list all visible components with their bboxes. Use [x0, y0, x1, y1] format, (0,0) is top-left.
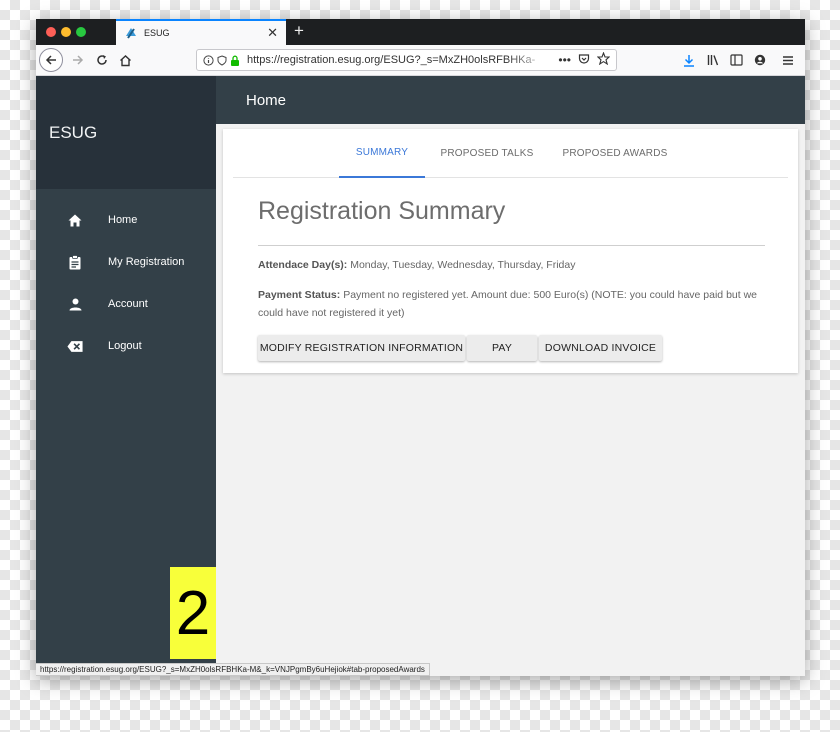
person-icon: [67, 296, 83, 312]
forward-button[interactable]: [66, 48, 90, 72]
sidebar-item-label: Home: [108, 214, 138, 226]
tab-title: ESUG: [144, 28, 170, 38]
arrow-right-icon: [73, 55, 84, 65]
sidebar-nav: Home My Registration Account Logout: [36, 199, 216, 367]
home-outline-icon: [119, 54, 131, 66]
registration-summary-title: Registration Summary: [258, 197, 506, 225]
new-tab-button[interactable]: +: [288, 21, 310, 43]
tab-proposed-awards[interactable]: PROPOSED AWARDS: [559, 129, 671, 178]
sidebar-item-label: Account: [108, 298, 148, 310]
reload-icon: [97, 55, 107, 65]
nav-toolbar: https://registration.esug.org/ESUG?_s=Mx…: [36, 45, 805, 76]
menu-button[interactable]: [777, 48, 799, 72]
tab-bar: SUMMARY PROPOSED TALKS PROPOSED AWARDS: [233, 129, 788, 178]
attendance-value: Monday, Tuesday, Wednesday, Thursday, Fr…: [347, 259, 576, 271]
minimize-window-button[interactable]: [61, 27, 71, 37]
download-invoice-button[interactable]: DOWNLOAD INVOICE: [539, 335, 662, 361]
attendance-info: Attendace Day(s): Monday, Tuesday, Wedne…: [258, 256, 763, 274]
action-buttons: MODIFY REGISTRATION INFORMATION PAY DOWN…: [258, 335, 662, 361]
library-icon: [707, 55, 718, 66]
download-icon: [684, 54, 694, 67]
home-icon: [67, 212, 83, 228]
sidebar-item-logout[interactable]: Logout: [36, 325, 216, 367]
browser-tab[interactable]: ESUG ✕: [116, 19, 286, 45]
url-text: https://registration.esug.org/ESUG?_s=Mx…: [247, 54, 536, 66]
tab-close-icon[interactable]: ✕: [267, 25, 278, 41]
sidebar-icon: [729, 54, 743, 66]
clipboard-icon: [67, 254, 83, 270]
backspace-icon: [67, 338, 83, 354]
sidebar-brand: ESUG: [36, 76, 216, 189]
sidebar-item-label: Logout: [108, 340, 142, 352]
library-button[interactable]: [702, 48, 724, 72]
home-button[interactable]: [113, 48, 137, 72]
bookmark-star-icon[interactable]: [596, 51, 611, 68]
lock-icon[interactable]: [230, 55, 240, 66]
step-number-badge: 2: [170, 567, 216, 659]
sidebar-item-home[interactable]: Home: [36, 199, 216, 241]
close-window-button[interactable]: [46, 27, 56, 37]
tab-proposed-talks[interactable]: PROPOSED TALKS: [435, 129, 539, 178]
tab-summary[interactable]: SUMMARY: [339, 129, 425, 178]
reload-button[interactable]: [90, 48, 114, 72]
modify-registration-button[interactable]: MODIFY REGISTRATION INFORMATION: [258, 335, 465, 361]
zoom-window-button[interactable]: [76, 27, 86, 37]
sidebar-item-account[interactable]: Account: [36, 283, 216, 325]
summary-card: SUMMARY PROPOSED TALKS PROPOSED AWARDS R…: [223, 129, 798, 373]
payment-label: Payment Status:: [258, 289, 341, 301]
status-bar: https://registration.esug.org/ESUG?_s=Mx…: [36, 663, 430, 676]
browser-window: ESUG ✕ + https://registration.esug.org/E…: [36, 19, 805, 676]
back-button[interactable]: [39, 48, 63, 72]
divider: [258, 245, 765, 246]
attendance-label: Attendace Day(s):: [258, 259, 348, 271]
page-title: Home: [246, 91, 287, 109]
account-circle-icon: [754, 54, 766, 66]
sidebar-item-label: My Registration: [108, 256, 185, 268]
title-bar: ESUG ✕ +: [36, 19, 805, 45]
pocket-icon[interactable]: [578, 53, 590, 68]
app-header: Home: [216, 76, 805, 124]
favicon-icon: [124, 26, 138, 40]
sidebar-toggle-button[interactable]: [725, 48, 747, 72]
hamburger-menu-icon: [783, 55, 793, 65]
account-button[interactable]: [749, 48, 771, 72]
page-actions-icon[interactable]: •••: [558, 53, 571, 67]
payment-info: Payment Status: Payment no registered ye…: [258, 286, 763, 322]
url-bar[interactable]: https://registration.esug.org/ESUG?_s=Mx…: [196, 49, 617, 71]
tracking-shield-icon[interactable]: [217, 54, 227, 66]
arrow-left-icon: [45, 55, 56, 65]
sidebar-item-my-registration[interactable]: My Registration: [36, 241, 216, 283]
download-button[interactable]: [678, 48, 700, 72]
main-content: SUMMARY PROPOSED TALKS PROPOSED AWARDS R…: [216, 124, 805, 676]
info-icon[interactable]: [203, 54, 214, 66]
pay-button[interactable]: PAY: [467, 335, 537, 361]
